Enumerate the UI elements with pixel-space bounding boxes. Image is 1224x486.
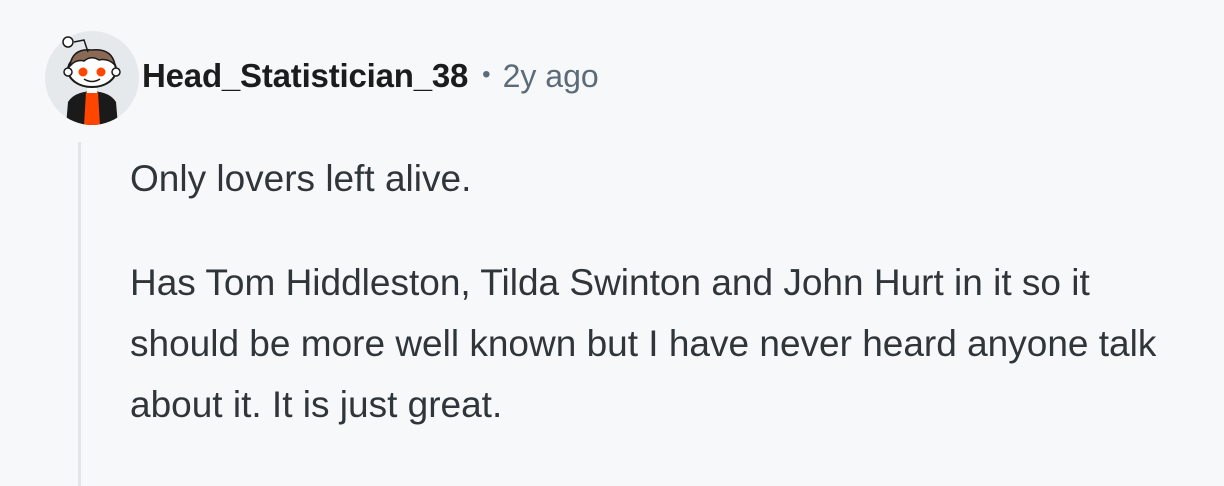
comment: Head_Statistician_38 • 2y ago Only lover… xyxy=(0,0,1224,486)
comment-header: Head_Statistician_38 • 2y ago xyxy=(142,54,599,98)
snoo-avatar-icon xyxy=(45,31,139,125)
timestamp[interactable]: 2y ago xyxy=(503,58,599,95)
comment-body: Only lovers left alive. Has Tom Hiddlest… xyxy=(130,148,1190,435)
avatar[interactable] xyxy=(44,28,140,126)
comment-paragraph: Only lovers left alive. xyxy=(130,158,472,199)
username-link[interactable]: Head_Statistician_38 xyxy=(142,57,468,95)
thread-collapse-line[interactable] xyxy=(78,142,81,486)
comment-paragraph: Has Tom Hiddleston, Tilda Swinton and Jo… xyxy=(130,262,1157,425)
meta-separator: • xyxy=(482,61,491,88)
